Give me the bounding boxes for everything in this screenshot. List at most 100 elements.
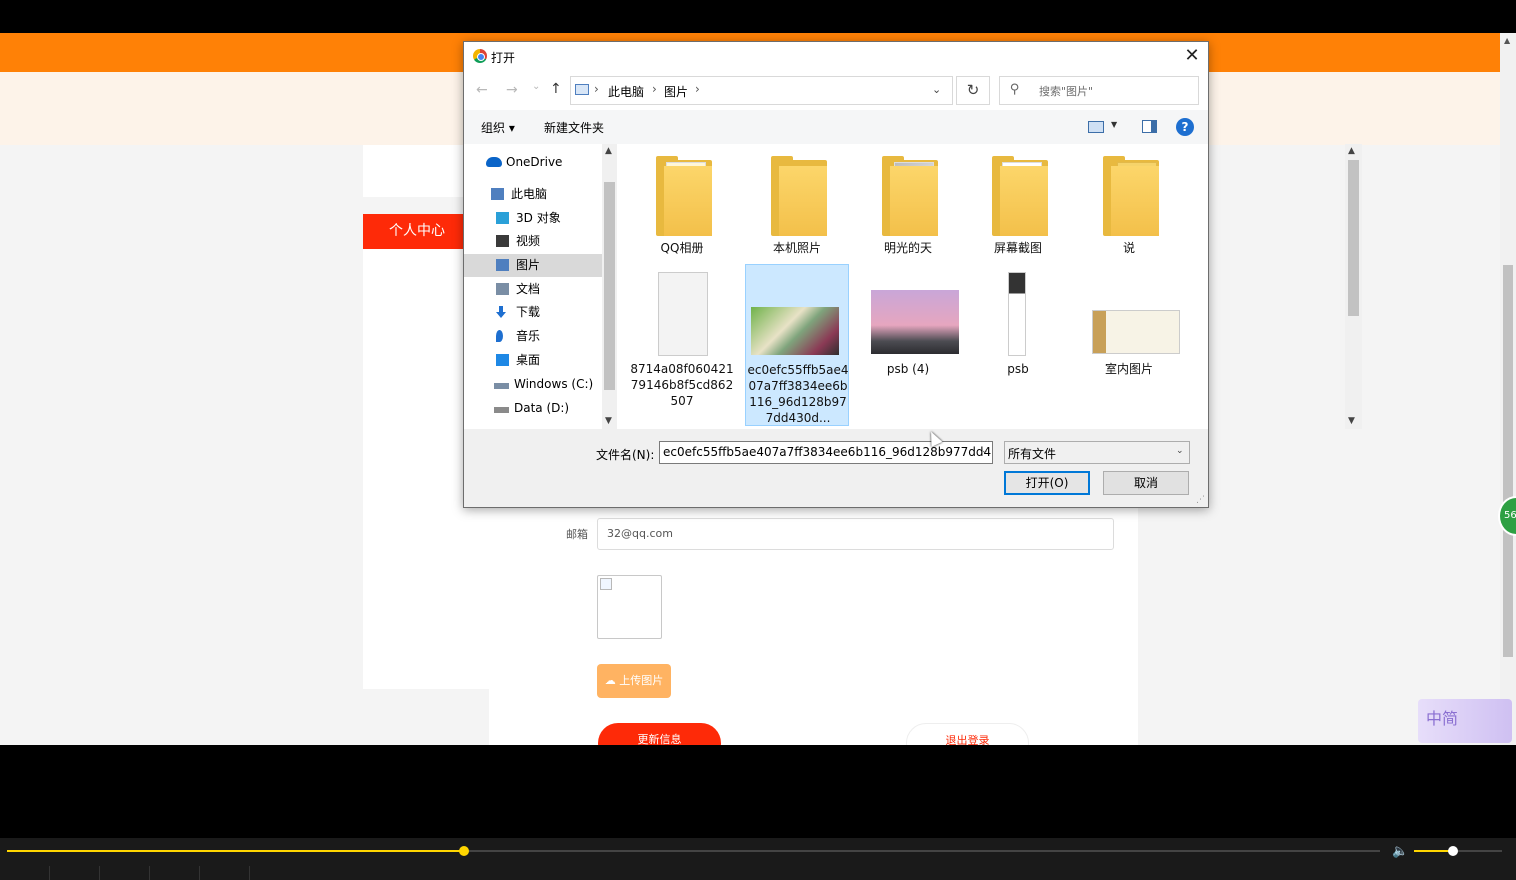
progress-knob[interactable] bbox=[459, 846, 469, 856]
segment bbox=[150, 866, 200, 880]
scroll-up-icon[interactable]: ▲ bbox=[605, 146, 612, 156]
nav-item[interactable]: 3D 对象 bbox=[464, 207, 602, 230]
file-label: QQ相册 bbox=[660, 241, 704, 255]
command-toolbar: 组织 ▾ 新建文件夹 ▼ ? bbox=[464, 110, 1208, 144]
segment bbox=[0, 866, 50, 880]
folder-item[interactable]: 屏幕截图 bbox=[966, 148, 1070, 258]
file-label: 8714a08f06042179146b8f5cd862507 bbox=[630, 362, 734, 408]
address-bar[interactable]: › 此电脑 › 图片 › ⌄ bbox=[570, 76, 953, 105]
breadcrumb-pictures[interactable]: 图片 bbox=[664, 83, 688, 100]
file-label: 明光的天 bbox=[883, 241, 932, 255]
progress-track[interactable] bbox=[7, 850, 1380, 852]
segment bbox=[50, 866, 100, 880]
nav-pane-scrollbar[interactable]: ▲ ▼ bbox=[602, 144, 617, 429]
nav-item[interactable]: 音乐 bbox=[464, 325, 602, 348]
folder-icon bbox=[771, 156, 827, 236]
file-label: 说 bbox=[1122, 241, 1135, 255]
scroll-up-icon[interactable]: ▲ bbox=[1348, 146, 1355, 156]
nav-item-label: 此电脑 bbox=[511, 187, 548, 201]
download-icon bbox=[496, 306, 506, 318]
screen: 个人中心 邮箱 32@qq.com ☁ 上传图片 更新信息 退出登录 ▲ 56 … bbox=[0, 0, 1516, 880]
organize-button[interactable]: 组织 ▾ bbox=[481, 119, 515, 136]
nav-item[interactable]: 下载 bbox=[464, 301, 602, 324]
volume-track[interactable] bbox=[1414, 850, 1502, 852]
preview-pane-icon[interactable] bbox=[1142, 120, 1157, 133]
nav-item-label: 下载 bbox=[516, 305, 541, 319]
file-type-select[interactable]: 所有文件 bbox=[1004, 441, 1190, 464]
nav-item[interactable]: 桌面 bbox=[464, 349, 602, 372]
file-scroll-thumb[interactable] bbox=[1348, 160, 1359, 316]
search-input[interactable]: ⚲ 搜索"图片" bbox=[999, 76, 1199, 105]
help-icon[interactable]: ? bbox=[1176, 118, 1194, 136]
nav-item[interactable]: 文档 bbox=[464, 278, 602, 301]
refresh-button[interactable]: ↻ bbox=[956, 76, 990, 105]
view-mode-icon[interactable] bbox=[1088, 121, 1104, 133]
progress-fill bbox=[7, 850, 461, 852]
file-item[interactable]: ec0efc55ffb5ae407a7ff3834ee6b116_96d128b… bbox=[745, 264, 849, 426]
scroll-down-icon[interactable]: ▼ bbox=[605, 416, 612, 426]
breadcrumb-this-pc[interactable]: 此电脑 bbox=[608, 83, 644, 100]
cancel-button[interactable]: 取消 bbox=[1103, 471, 1189, 495]
nav-item-label: 视频 bbox=[516, 234, 541, 248]
chevron-down-icon[interactable]: ⌄ bbox=[932, 83, 941, 96]
file-label: psb bbox=[1007, 362, 1029, 376]
logout-button[interactable]: 退出登录 bbox=[906, 723, 1029, 745]
nav-item[interactable]: 此电脑 bbox=[464, 183, 602, 206]
chevron-down-icon[interactable]: ⌄ bbox=[1176, 446, 1184, 456]
resize-grip-icon[interactable]: ⋰ bbox=[1196, 495, 1205, 505]
computer-icon bbox=[575, 84, 589, 95]
image-thumbnail bbox=[751, 307, 839, 355]
view-dropdown-icon[interactable]: ▼ bbox=[1111, 120, 1117, 129]
nav-item[interactable]: 视频 bbox=[464, 230, 602, 253]
sidebar-title[interactable]: 个人中心 bbox=[363, 214, 471, 249]
folder-item[interactable]: QQ相册 bbox=[630, 148, 734, 258]
file-label: 屏幕截图 bbox=[993, 241, 1042, 255]
file-item[interactable]: psb (4) bbox=[856, 264, 960, 426]
open-button[interactable]: 打开(O) bbox=[1004, 471, 1090, 495]
file-item[interactable]: 室内图片 bbox=[1077, 264, 1181, 426]
file-list-scrollbar[interactable]: ▲ ▼ bbox=[1345, 144, 1362, 429]
volume-fill bbox=[1414, 850, 1450, 852]
avatar-preview bbox=[597, 575, 662, 639]
new-folder-button[interactable]: 新建文件夹 bbox=[544, 119, 604, 136]
volume-icon[interactable]: 🔈 bbox=[1392, 844, 1408, 859]
file-item[interactable]: 8714a08f06042179146b8f5cd862507 bbox=[630, 264, 734, 426]
file-label: 本机照片 bbox=[772, 241, 821, 255]
dialog-titlebar[interactable]: 打开 ✕ bbox=[464, 42, 1208, 71]
scroll-up-icon[interactable]: ▲ bbox=[1504, 36, 1510, 45]
folder-item[interactable]: 明光的天 bbox=[856, 148, 960, 258]
document-icon bbox=[496, 283, 509, 295]
forward-arrow-icon[interactable]: → bbox=[506, 82, 518, 98]
page-scroll-thumb[interactable] bbox=[1503, 265, 1513, 657]
image-thumbnail bbox=[871, 290, 959, 354]
email-field[interactable]: 32@qq.com bbox=[597, 518, 1114, 550]
recent-locations-icon[interactable]: ⌄ bbox=[532, 81, 540, 92]
nav-item[interactable]: 图片 bbox=[464, 254, 602, 277]
upload-image-button[interactable]: ☁ 上传图片 bbox=[597, 664, 671, 698]
file-open-dialog: 打开 ✕ ← → ⌄ ↑ › 此电脑 › 图片 › ⌄ ↻ ⚲ 搜索"图片" 组… bbox=[463, 41, 1362, 508]
filename-field[interactable]: ec0efc55ffb5ae407a7ff3834ee6b116_96d128b… bbox=[659, 441, 993, 464]
file-item[interactable]: psb bbox=[966, 264, 1070, 426]
image-thumbnail bbox=[1092, 310, 1180, 354]
folder-item[interactable]: 说 bbox=[1077, 148, 1181, 258]
chevron-down-icon[interactable]: ⌄ bbox=[981, 446, 989, 456]
nav-item[interactable]: Data (D:) bbox=[464, 397, 602, 420]
file-label: psb (4) bbox=[886, 362, 930, 376]
breadcrumb-separator[interactable]: › bbox=[652, 82, 657, 96]
close-button[interactable]: ✕ bbox=[1176, 42, 1208, 71]
page-scrollbar[interactable]: ▲ bbox=[1500, 33, 1516, 745]
nav-item[interactable]: Windows (C:) bbox=[464, 373, 602, 396]
upload-image-label: 上传图片 bbox=[619, 674, 664, 687]
volume-knob[interactable] bbox=[1448, 846, 1458, 856]
breadcrumb-separator[interactable]: › bbox=[695, 82, 700, 96]
nav-item[interactable]: OneDrive bbox=[464, 151, 602, 174]
folder-item[interactable]: 本机照片 bbox=[745, 148, 849, 258]
up-arrow-icon[interactable]: ↑ bbox=[550, 81, 562, 97]
nav-scroll-thumb[interactable] bbox=[604, 182, 615, 390]
back-arrow-icon[interactable]: ← bbox=[476, 82, 488, 98]
scroll-down-icon[interactable]: ▼ bbox=[1348, 416, 1355, 426]
breadcrumb-separator[interactable]: › bbox=[594, 82, 599, 96]
cube-icon bbox=[496, 212, 509, 224]
ime-status-badge[interactable]: 中简 bbox=[1418, 699, 1512, 743]
update-info-button[interactable]: 更新信息 bbox=[598, 723, 721, 745]
